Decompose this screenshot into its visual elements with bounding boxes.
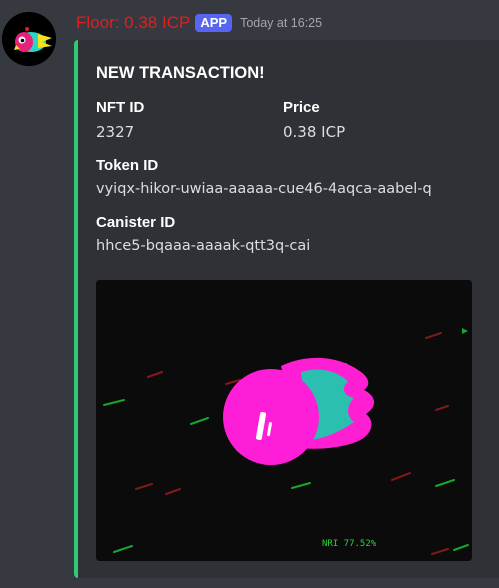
author-name[interactable]: Floor: 0.38 ICP (76, 13, 190, 33)
message-timestamp[interactable]: Today at 16:25 (240, 16, 322, 30)
field-name-nft-id: NFT ID (96, 99, 145, 116)
field-value-price: 0.38 ICP (283, 123, 346, 141)
nft-image[interactable]: NRI 77.52% (96, 280, 472, 561)
nft-overlay-text: NRI 77.52% (322, 539, 377, 549)
chat-message: Floor: 0.38 ICP APP Today at 16:25 NEW T… (0, 0, 499, 588)
embed-title: NEW TRANSACTION! (96, 64, 265, 82)
field-value-canister-id: hhce5-bqaaa-aaaak-qtt3q-cai (96, 238, 311, 254)
field-name-token-id: Token ID (96, 157, 159, 174)
bird-icon (2, 12, 56, 66)
field-name-canister-id: Canister ID (96, 214, 176, 231)
transaction-embed: NEW TRANSACTION! NFT ID 2327 Price 0.38 … (74, 40, 499, 578)
nft-comet-image: NRI 77.52% (96, 280, 472, 561)
app-badge: APP (195, 14, 233, 32)
field-name-price: Price (283, 99, 320, 116)
message-header: Floor: 0.38 ICP APP Today at 16:25 (76, 10, 322, 36)
field-value-token-id: vyiqx-hikor-uwiaa-aaaaa-cue46-4aqca-aabe… (96, 181, 432, 197)
field-value-nft-id: 2327 (96, 123, 135, 141)
bot-avatar[interactable] (2, 12, 56, 66)
